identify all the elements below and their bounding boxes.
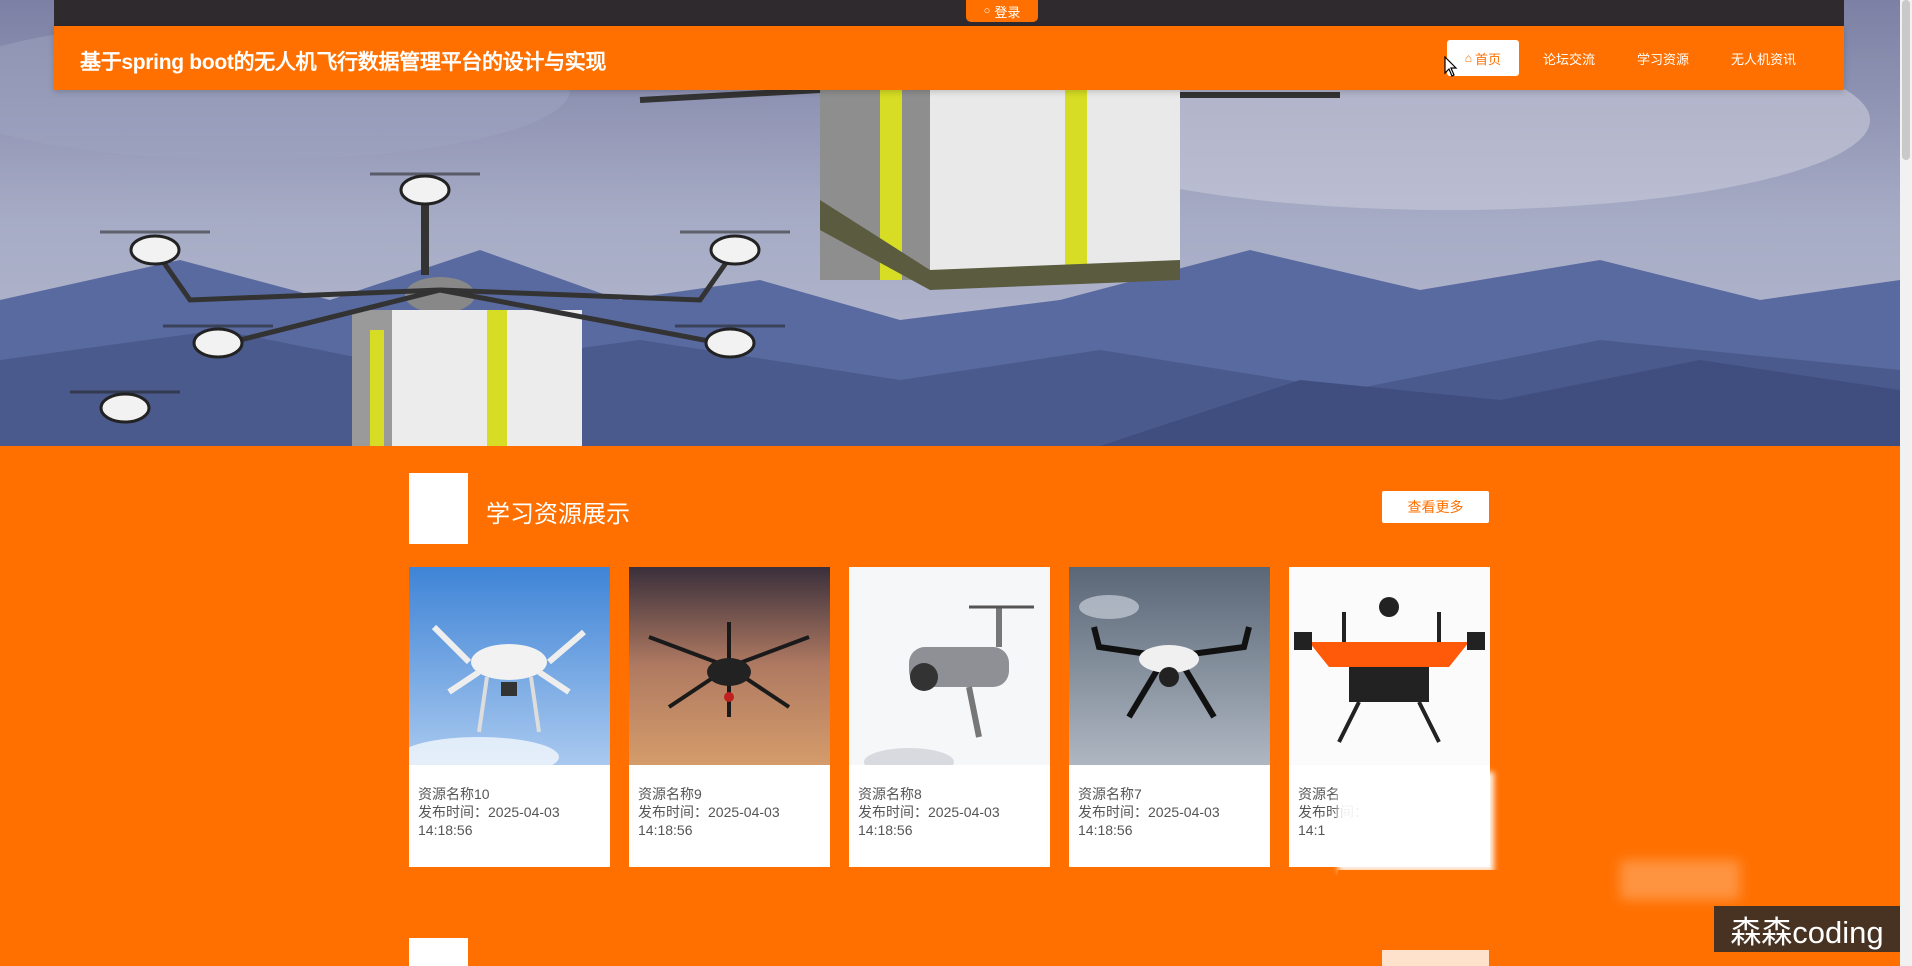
resource-name: 资源名称7 — [1078, 786, 1142, 802]
resource-image-drone-grey — [849, 567, 1050, 765]
resource-publish-time: 发布时间：2025-04-03 — [858, 803, 1041, 821]
resource-image-drone-black — [1069, 567, 1270, 765]
section-icon-box — [409, 473, 468, 544]
nav-item-drone-news[interactable]: 无人机资讯 — [1713, 40, 1814, 76]
resource-publish-time: 发布时间：2025-04-03 — [418, 803, 601, 821]
nav-item-learning-resources[interactable]: 学习资源 — [1619, 40, 1707, 76]
resource-publish-clock: 14:18:56 — [418, 822, 473, 838]
home-icon: ⌂ — [1464, 51, 1472, 65]
resource-card-list: 资源名称10 发布时间：2025-04-03 14:18:56 资源名称9 发布… — [409, 567, 1490, 867]
login-label: 登录 — [994, 4, 1021, 20]
resource-card[interactable]: 资源名称8 发布时间：2025-04-03 14:18:56 — [849, 567, 1050, 867]
time-date: 2025-04-03 — [488, 804, 560, 820]
section2-view-more-button[interactable] — [1382, 950, 1489, 966]
scrollbar[interactable] — [1900, 0, 1912, 966]
time-date: 2025-04-03 — [708, 804, 780, 820]
nav-label: 论坛交流 — [1542, 51, 1595, 67]
resource-image-drone-white — [409, 567, 610, 765]
resource-card[interactable]: 资源名称9 发布时间：2025-04-03 14:18:56 — [629, 567, 830, 867]
login-button[interactable]: ○ 登录 — [966, 0, 1038, 22]
time-prefix: 发布时间： — [858, 804, 928, 820]
resource-name: 资源名称8 — [858, 786, 922, 802]
nav-item-forum[interactable]: 论坛交流 — [1525, 40, 1613, 76]
section-title: 学习资源展示 — [486, 501, 630, 528]
scrollbar-thumb[interactable] — [1902, 0, 1910, 160]
resource-name: 资源名称10 — [418, 786, 490, 802]
watermark: 森森coding — [1714, 906, 1900, 952]
floating-panel — [1338, 772, 1494, 872]
resource-publish-clock: 14:18:56 — [638, 822, 693, 838]
time-prefix: 发布时间： — [418, 804, 488, 820]
resource-publish-clock: 14:18:56 — [858, 822, 913, 838]
site-title: 基于spring boot的无人机飞行数据管理平台的设计与实现 — [80, 51, 607, 74]
main-nav: ⌂ 首页 论坛交流 学习资源 无人机资讯 — [1446, 40, 1814, 76]
resource-publish-time: 发布时间：2025-04-03 — [1078, 803, 1261, 821]
floating-blur — [1620, 860, 1740, 900]
resource-publish-clock: 14:18:56 — [1078, 822, 1133, 838]
top-strip: ○ 登录 — [54, 0, 1844, 26]
time-date: 2025-04-03 — [928, 804, 1000, 820]
resource-name: 资源名称9 — [638, 786, 702, 802]
time-date: 2025-04-03 — [1148, 804, 1220, 820]
section2-icon-box — [409, 938, 468, 966]
nav-label: 首页 — [1474, 51, 1501, 67]
site-header: 基于spring boot的无人机飞行数据管理平台的设计与实现 ⌂ 首页 论坛交… — [54, 26, 1844, 90]
time-prefix: 发布时间： — [638, 804, 708, 820]
resource-publish-time: 发布时间：2025-04-03 — [638, 803, 821, 821]
time-prefix: 发布时间： — [1078, 804, 1148, 820]
resource-card[interactable]: 资源名称7 发布时间：2025-04-03 14:18:56 — [1069, 567, 1270, 867]
resource-image-drone-orange — [1289, 567, 1490, 765]
user-icon: ○ — [983, 5, 991, 17]
nav-label: 无人机资讯 — [1730, 51, 1796, 67]
nav-label: 学习资源 — [1636, 51, 1689, 67]
resource-image-drone-hexacopter — [629, 567, 830, 765]
resource-card[interactable]: 资源名称10 发布时间：2025-04-03 14:18:56 — [409, 567, 610, 867]
view-more-button[interactable]: 查看更多 — [1382, 491, 1489, 523]
mouse-cursor-icon — [1444, 56, 1458, 77]
